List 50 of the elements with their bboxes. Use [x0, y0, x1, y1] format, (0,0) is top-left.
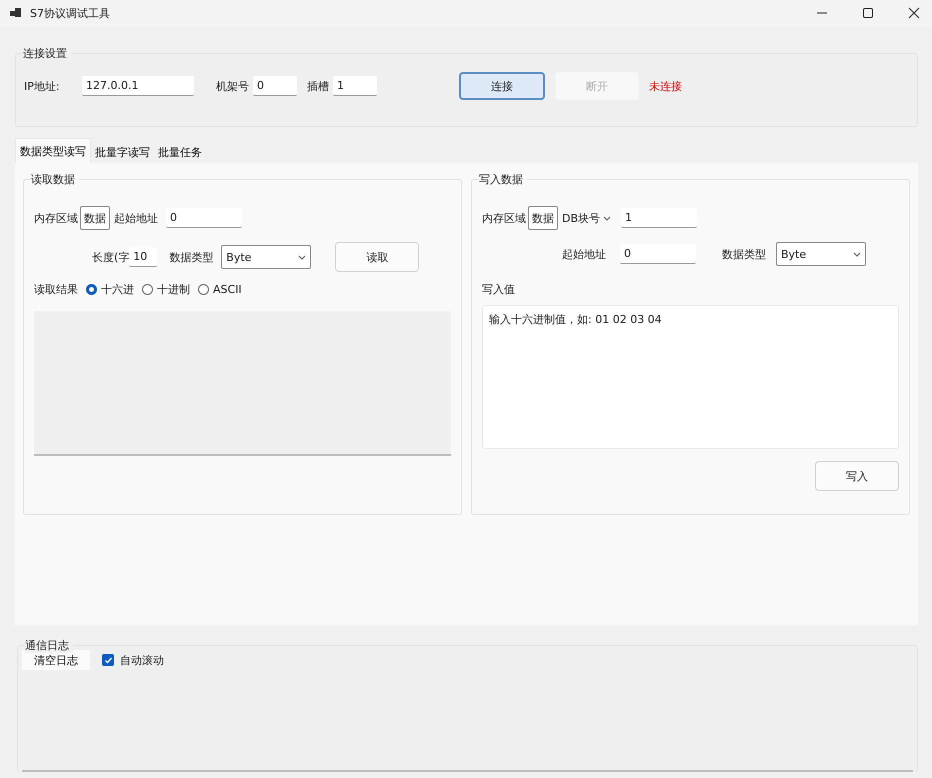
radio-button[interactable]	[86, 284, 97, 295]
ip-label: IP地址:	[24, 78, 61, 94]
checkbox[interactable]	[102, 654, 114, 666]
clear-log-button[interactable]: 清空日志	[22, 650, 90, 670]
memory-area-dropdown[interactable]: 数据	[80, 206, 110, 230]
data-type-label: 数据类型	[169, 250, 214, 264]
app-icon	[10, 7, 22, 19]
group-title: 读取数据	[31, 172, 79, 187]
tab[interactable]: 数据类型读写	[15, 138, 91, 163]
memory-area-label: 内存区域	[482, 210, 526, 226]
length-label: 长度(字	[92, 250, 130, 264]
radio-label: ASCII	[213, 283, 242, 296]
radio-label: 十进制	[157, 282, 190, 297]
close-icon[interactable]	[908, 7, 920, 19]
radio-button[interactable]	[142, 284, 153, 295]
window-title: S7协议调试工具	[30, 6, 110, 20]
slot-field[interactable]: 1	[333, 76, 377, 96]
radio-label: 十六进	[101, 282, 134, 297]
group-title: 连接设置	[23, 46, 71, 61]
start-address-field[interactable]: 0	[166, 208, 242, 228]
db-number-label: DB块号	[562, 210, 600, 226]
write-button[interactable]: 写入	[815, 461, 899, 491]
start-address-field[interactable]: 0	[620, 244, 696, 264]
db-number-field[interactable]: 1	[621, 208, 698, 228]
data-type-label: 数据类型	[722, 246, 766, 262]
memory-area-label: 内存区域	[34, 210, 78, 226]
chevron-icon	[603, 216, 612, 220]
ip-field[interactable]: 127.0.0.1	[82, 76, 194, 96]
data-type-dropdown[interactable]: Byte	[221, 245, 312, 269]
chevron-icon	[298, 254, 306, 260]
read-result-label: 读取结果	[34, 282, 78, 297]
start-address-label: 起始地址	[562, 246, 606, 262]
slot-label: 插槽	[307, 78, 329, 94]
maximize-icon[interactable]	[862, 7, 874, 19]
group-title: 写入数据	[479, 172, 527, 187]
write-value-field[interactable]: 输入十六进制值，如: 01 02 03 04	[482, 305, 899, 449]
connect-button[interactable]: 连接	[459, 72, 545, 100]
auto-scroll-label: 自动滚动	[120, 652, 164, 668]
radio-button[interactable]	[198, 284, 209, 295]
chevron-icon	[853, 252, 861, 256]
length-field[interactable]: 10	[129, 247, 158, 267]
write-value-label: 写入值	[482, 282, 516, 297]
group-title: 通信日志	[25, 638, 73, 653]
connection-status: 未连接	[649, 78, 682, 94]
start-address-label: 起始地址	[114, 210, 158, 226]
read-button[interactable]: 读取	[335, 242, 420, 272]
data-type-dropdown[interactable]: Byte	[776, 242, 866, 266]
rack-field[interactable]: 0	[253, 76, 297, 96]
rack-label: 机架号	[216, 78, 249, 94]
memory-area-dropdown[interactable]: 数据	[528, 206, 558, 230]
